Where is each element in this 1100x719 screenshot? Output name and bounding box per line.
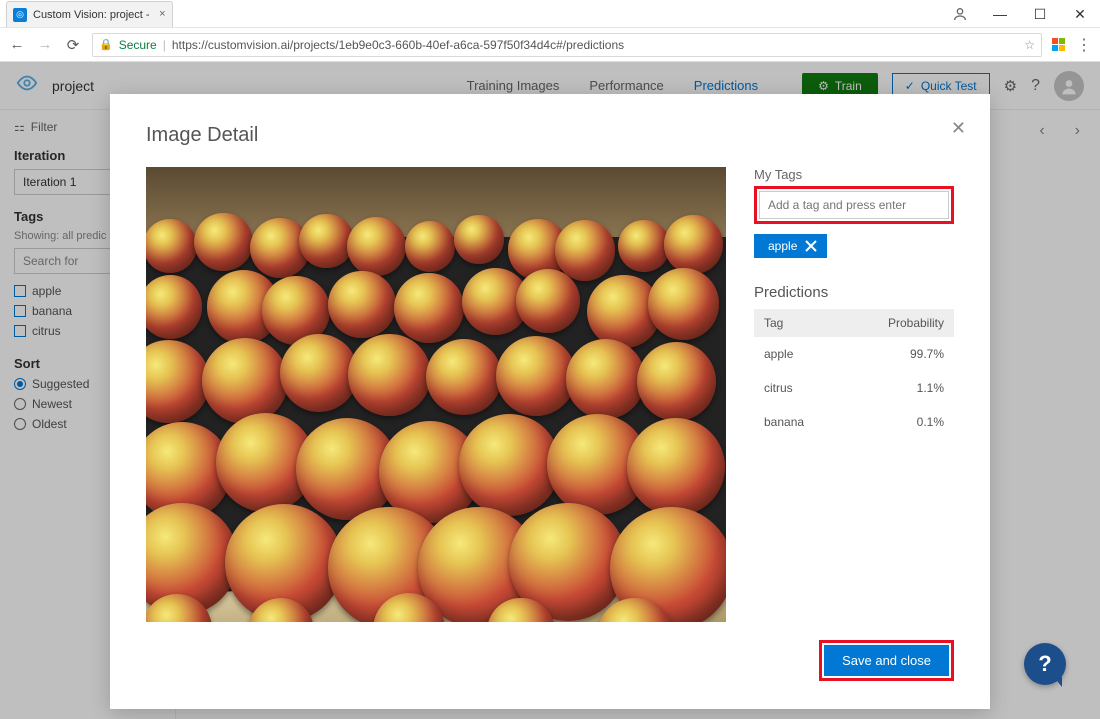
chrome-account-icon[interactable] <box>940 6 980 22</box>
secure-label: Secure <box>119 38 157 52</box>
save-button-highlight: Save and close <box>819 640 954 681</box>
predictions-header-row: Tag Probability <box>754 309 954 337</box>
prediction-row: citrus1.1% <box>754 371 954 405</box>
floating-help-button[interactable]: ? <box>1024 643 1066 685</box>
tag-chip-apple[interactable]: apple <box>754 234 827 258</box>
save-and-close-button[interactable]: Save and close <box>824 645 949 676</box>
bookmark-star-icon[interactable]: ☆ <box>1024 38 1035 52</box>
browser-tab[interactable]: ◎ Custom Vision: project - × <box>6 1 173 27</box>
remove-tag-icon[interactable] <box>805 240 817 252</box>
modal-overlay: Image Detail ✕ /* placeholder for decora… <box>0 62 1100 719</box>
lock-icon: 🔒 <box>99 38 113 51</box>
windows-logo-icon[interactable] <box>1052 38 1066 52</box>
url-text: https://customvision.ai/projects/1eb9e0c… <box>172 38 624 52</box>
window-close-icon[interactable]: ✕ <box>1060 0 1100 28</box>
chrome-menu-icon[interactable]: ⋮ <box>1076 35 1092 55</box>
window-maximize-icon[interactable]: ☐ <box>1020 0 1060 28</box>
browser-titlebar: ◎ Custom Vision: project - × — ☐ ✕ <box>0 0 1100 28</box>
tag-input-highlight <box>754 186 954 224</box>
nav-forward-icon[interactable]: → <box>36 36 54 53</box>
tab-close-icon[interactable]: × <box>159 8 165 20</box>
modal-title: Image Detail <box>146 124 954 147</box>
nav-back-icon[interactable]: ← <box>8 36 26 53</box>
browser-addressbar: ← → ⟳ 🔒 Secure | https://customvision.ai… <box>0 28 1100 62</box>
tag-input[interactable] <box>759 191 949 219</box>
window-minimize-icon[interactable]: — <box>980 0 1020 28</box>
nav-reload-icon[interactable]: ⟳ <box>64 36 82 54</box>
favicon-icon: ◎ <box>13 8 27 22</box>
prediction-row: banana0.1% <box>754 405 954 439</box>
prediction-row: apple99.7% <box>754 337 954 371</box>
image-preview: /* placeholder for decorative apples gen… <box>146 167 726 622</box>
tab-title: Custom Vision: project - <box>33 9 150 21</box>
my-tags-label: My Tags <box>754 167 954 182</box>
image-detail-modal: Image Detail ✕ /* placeholder for decora… <box>110 94 990 709</box>
url-field[interactable]: 🔒 Secure | https://customvision.ai/proje… <box>92 33 1042 57</box>
modal-close-button[interactable]: ✕ <box>951 118 966 139</box>
predictions-heading: Predictions <box>754 284 954 301</box>
